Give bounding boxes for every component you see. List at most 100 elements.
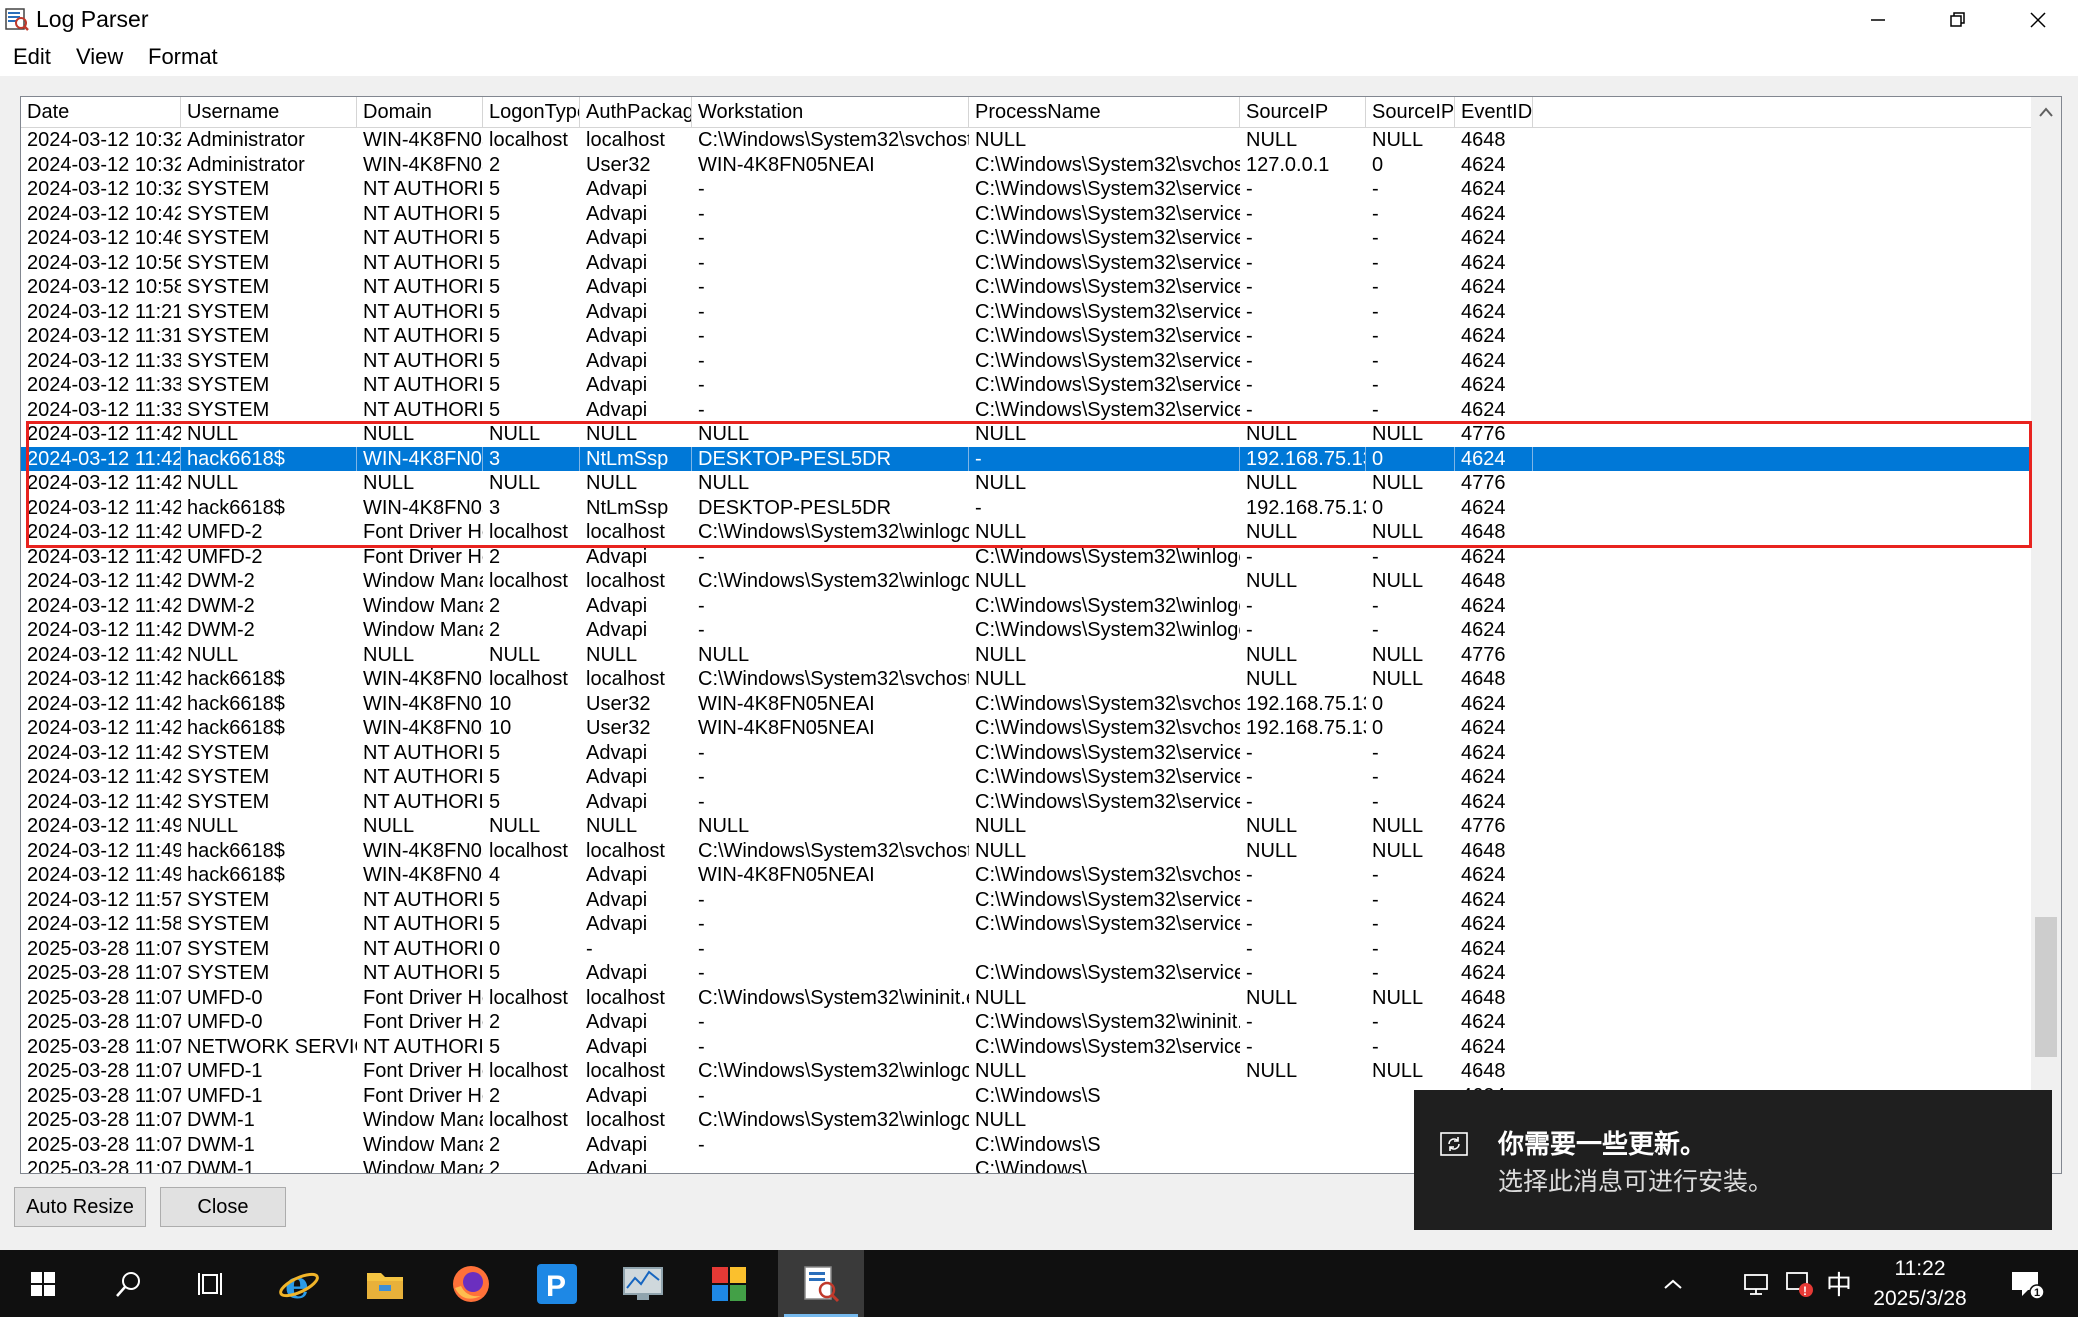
log-grid[interactable]: DateUsernameDomainLogonTypeAuthPackageWo… (20, 96, 2062, 1174)
log-parser-taskbar-button[interactable] (778, 1250, 864, 1317)
col-processname-cell: C:\Windows\System32\services.exe (975, 766, 1240, 788)
table-row[interactable]: 2024-03-12 10:46:34 SYSTEM NT AUTHORITY 5 Ad… (21, 226, 2031, 251)
close-window-button[interactable] (1998, 0, 2078, 40)
table-row[interactable]: 2024-03-12 11:58:33 SYSTEM NT AUTHORITY 5 Ad… (21, 912, 2031, 937)
ime-indicator[interactable]: 中 (1818, 1250, 1860, 1317)
col-date-cell: 2024-03-12 10:58:47 (27, 276, 181, 298)
table-row[interactable]: 2024-03-12 11:49:11 hack6618$ WIN-4K8FN05.… (21, 839, 2031, 864)
table-row[interactable]: 2024-03-12 11:33:37 SYSTEM NT AUTHORITY 5 Ad… (21, 373, 2031, 398)
table-row[interactable]: 2024-03-12 10:32:07 SYSTEM NT AUTHORITY 5 Ad… (21, 177, 2031, 202)
table-row[interactable]: 2024-03-12 11:42:31 SYSTEM NT AUTHORITY 5 Ad… (21, 765, 2031, 790)
action-center-button[interactable]: 1 (2002, 1250, 2052, 1317)
scroll-thumb[interactable] (2035, 917, 2057, 1057)
firefox-button[interactable] (428, 1250, 514, 1317)
header-col-authpackage[interactable]: AuthPackage (580, 97, 692, 127)
table-row[interactable]: 2024-03-12 11:42:29 DWM-2 Window Manager 2 A… (21, 594, 2031, 619)
table-row[interactable]: 2024-03-12 11:42:29 UMFD-2 Font Driver Hos… (21, 520, 2031, 545)
search-button[interactable] (86, 1250, 172, 1317)
col-domain-cell: NT AUTHORITY (363, 202, 483, 225)
col-domain-cell: NULL (363, 815, 415, 837)
col-sourceip2-cell: - (1372, 202, 1379, 225)
menu-view[interactable]: View (76, 44, 123, 70)
table-row[interactable]: 2024-03-12 10:42:22 SYSTEM NT AUTHORITY 5 Ad… (21, 202, 2031, 227)
system-clock[interactable]: 11:22 2025/3/28 (1860, 1254, 1980, 1314)
update-toast-notification[interactable]: 你需要一些更新。 选择此消息可进行安装。 (1414, 1090, 2052, 1230)
auto-resize-button[interactable]: Auto Resize (14, 1187, 146, 1227)
col-domain-cell: WIN-4K8FN05... (363, 692, 483, 715)
table-row[interactable]: 2024-03-12 11:42:29 DWM-2 Window Manager 2 A… (21, 618, 2031, 643)
table-row[interactable]: 2024-03-12 11:31:09 SYSTEM NT AUTHORITY 5 Ad… (21, 324, 2031, 349)
internet-explorer-button[interactable]: e (256, 1250, 342, 1317)
network-tray-button[interactable] (1736, 1250, 1778, 1317)
performance-monitor-button[interactable] (600, 1250, 686, 1317)
table-row[interactable]: 2024-03-12 10:58:47 SYSTEM NT AUTHORITY 5 Ad… (21, 275, 2031, 300)
clock-date: 2025/3/28 (1873, 1287, 1967, 1310)
table-row[interactable]: 2024-03-12 11:21:32 SYSTEM NT AUTHORITY 5 Ad… (21, 300, 2031, 325)
col-username-cell: hack6618$ (187, 496, 285, 519)
start-button[interactable] (0, 1250, 86, 1317)
header-col-sourceip[interactable]: SourceIP (1240, 97, 1366, 127)
scroll-up-button[interactable] (2031, 97, 2061, 127)
table-row[interactable]: 2024-03-12 11:42:30 hack6618$ WIN-4K8FN05.… (21, 667, 2031, 692)
menu-edit[interactable]: Edit (13, 44, 51, 70)
table-row[interactable]: 2025-03-28 11:07:28 SYSTEM NT AUTHORITY 5 Ad… (21, 961, 2031, 986)
col-domain-cell: NT AUTHORITY (363, 300, 483, 323)
table-row[interactable]: 2024-03-12 11:57:31 SYSTEM NT AUTHORITY 5 Ad… (21, 888, 2031, 913)
col-eventid-cell: 4624 (1461, 864, 1506, 886)
col-workstation-cell: - (698, 202, 705, 225)
col-domain-cell: NT AUTHORITY (363, 962, 483, 984)
col-date-cell: 2024-03-12 11:42:30 (27, 692, 181, 715)
table-row[interactable]: 2024-03-12 11:42:30 SYSTEM NT AUTHORITY 5 Ad… (21, 741, 2031, 766)
table-row[interactable]: 2024-03-12 10:32:06 Administrator WIN-4K8F… (21, 153, 2031, 178)
file-explorer-button[interactable] (342, 1250, 428, 1317)
col-logontype-cell: localhost (489, 839, 568, 862)
header-col-workstation[interactable]: Workstation (692, 97, 969, 127)
col-date-cell: 2025-03-28 11:07:29 (27, 1060, 181, 1082)
header-col-processname[interactable]: ProcessName (969, 97, 1240, 127)
col-authpackage-cell: User32 (586, 717, 651, 739)
table-row[interactable]: 2024-03-12 10:32:06 Administrator WIN-4K8F… (21, 128, 2031, 153)
table-row[interactable]: 2024-03-12 11:33:07 SYSTEM NT AUTHORITY 5 Ad… (21, 349, 2031, 374)
show-hidden-icons-button[interactable] (1652, 1250, 1694, 1317)
table-row[interactable]: 2024-03-12 11:42:26 NULL NULL NULL NULL NULL N… (21, 422, 2031, 447)
table-row[interactable]: 2025-03-28 11:07:28 UMFD-0 Font Driver Hos… (21, 986, 2031, 1011)
header-col-domain[interactable]: Domain (357, 97, 483, 127)
header-col-logontype[interactable]: LogonType (483, 97, 580, 127)
minimize-button[interactable] (1838, 0, 1918, 40)
col-logontype-cell: 2 (489, 619, 501, 641)
header-col-date[interactable]: Date (21, 97, 181, 127)
col-username-cell: UMFD-2 (187, 521, 263, 543)
security-tray-button[interactable]: ! (1778, 1250, 1820, 1317)
table-row[interactable]: 2024-03-12 11:42:29 UMFD-2 Font Driver Hos… (21, 545, 2031, 570)
header-col-eventid[interactable]: EventID (1455, 97, 1533, 127)
control-panel-button[interactable] (686, 1250, 772, 1317)
table-row[interactable]: 2024-03-12 11:42:30 hack6618$ WIN-4K8FN05.… (21, 692, 2031, 717)
col-logontype-cell: localhost (489, 1060, 568, 1082)
table-row[interactable]: 2025-03-28 11:07:28 UMFD-0 Font Driver Hos… (21, 1010, 2031, 1035)
menu-format[interactable]: Format (148, 44, 218, 70)
table-row[interactable]: 2024-03-12 11:42:31 SYSTEM NT AUTHORITY 5 Ad… (21, 790, 2031, 815)
vertical-scrollbar[interactable] (2031, 97, 2061, 1173)
col-eventid-cell: 4776 (1461, 643, 1506, 666)
table-row[interactable]: 2024-03-12 11:42:29 hack6618$ WIN-4K8FN05.… (21, 496, 2031, 521)
search-icon (116, 1271, 140, 1297)
restore-button[interactable] (1918, 0, 1998, 40)
table-row[interactable]: 2025-03-28 11:07:29 UMFD-1 Font Driver Hos… (21, 1059, 2031, 1084)
task-view-button[interactable] (170, 1250, 256, 1317)
table-row[interactable]: 2024-03-12 11:42:29 NULL NULL NULL NULL NULL N… (21, 471, 2031, 496)
table-row[interactable]: 2025-03-28 11:07:28 NETWORK SERVICE NT AUT… (21, 1035, 2031, 1060)
table-row[interactable]: 2024-03-12 11:42:29 DWM-2 Window Manager lo… (21, 569, 2031, 594)
close-button[interactable]: Close (160, 1187, 286, 1227)
table-row[interactable]: 2024-03-12 11:49:11 NULL NULL NULL NULL NULL N… (21, 814, 2031, 839)
header-col-sourceip2[interactable]: SourceIP2 (1366, 97, 1455, 127)
table-row[interactable]: 2024-03-12 11:42:26hack6618$WIN-4K8FN05.… (21, 446, 2031, 471)
p-app-button[interactable]: P (514, 1250, 600, 1317)
header-col-username[interactable]: Username (181, 97, 357, 127)
table-row[interactable]: 2024-03-12 10:56:03 SYSTEM NT AUTHORITY 5 Ad… (21, 251, 2031, 276)
col-eventid-cell: 4648 (1461, 129, 1506, 151)
table-row[interactable]: 2024-03-12 11:42:30 hack6618$ WIN-4K8FN05.… (21, 716, 2031, 741)
table-row[interactable]: 2024-03-12 11:33:47 SYSTEM NT AUTHORITY 5 Ad… (21, 398, 2031, 423)
table-row[interactable]: 2025-03-28 11:07:28 SYSTEM NT AUTHORITY 0 - -… (21, 937, 2031, 962)
table-row[interactable]: 2024-03-12 11:42:30 NULL NULL NULL NULL NULL N… (21, 643, 2031, 668)
table-row[interactable]: 2024-03-12 11:49:11 hack6618$ WIN-4K8FN05.… (21, 863, 2031, 888)
